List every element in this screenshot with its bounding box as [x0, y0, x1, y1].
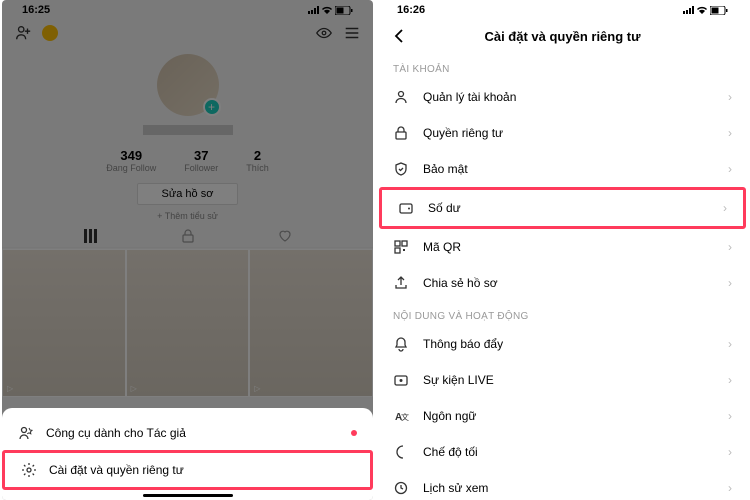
- row-label: Lịch sử xem: [423, 481, 488, 495]
- chevron-right-icon: ›: [728, 162, 732, 176]
- profile-screen: 16:25 + 349Đang Follow 37Follower 2Thích…: [2, 0, 373, 500]
- chevron-right-icon: ›: [728, 481, 732, 495]
- chevron-right-icon: ›: [728, 337, 732, 351]
- bell-icon: [393, 336, 409, 352]
- qr-icon: [393, 239, 409, 255]
- row-label: Chế độ tối: [423, 445, 478, 459]
- home-indicator: [143, 494, 233, 497]
- person-icon: [393, 89, 409, 105]
- lock-icon: [393, 125, 409, 141]
- settings-row-qr[interactable]: Mã QR ›: [377, 229, 748, 265]
- moon-icon: [393, 444, 409, 460]
- creator-label: Công cụ dành cho Tác giả: [46, 426, 186, 440]
- gear-icon: [21, 462, 37, 478]
- creator-tools-row[interactable]: Công cụ dành cho Tác giả: [2, 416, 373, 450]
- chevron-right-icon: ›: [728, 240, 732, 254]
- lang-icon: A文: [393, 408, 409, 424]
- settings-row-live[interactable]: Sự kiện LIVE ›: [377, 362, 748, 398]
- status-bar: 16:26: [377, 0, 748, 18]
- settings-row-hist[interactable]: Lịch sử xem ›: [377, 470, 748, 500]
- svg-text:文: 文: [401, 412, 409, 422]
- notification-dot: [351, 430, 357, 436]
- chevron-right-icon: ›: [728, 373, 732, 387]
- chevron-right-icon: ›: [728, 126, 732, 140]
- settings-row-person[interactable]: Quản lý tài khoản ›: [377, 79, 748, 115]
- settings-row-shield[interactable]: Bảo mật ›: [377, 151, 748, 187]
- status-right: [683, 4, 728, 16]
- row-label: Quản lý tài khoản: [423, 90, 516, 104]
- settings-row-moon[interactable]: Chế độ tối ›: [377, 434, 748, 470]
- hist-icon: [393, 480, 409, 496]
- chevron-right-icon: ›: [728, 276, 732, 290]
- row-label: Chia sẻ hồ sơ: [423, 276, 498, 290]
- page-title: Cài đặt và quyền riêng tư: [389, 29, 736, 44]
- row-label: Thông báo đẩy: [423, 337, 503, 351]
- section-account: TÀI KHOẢN: [377, 54, 748, 79]
- settings-header: Cài đặt và quyền riêng tư: [377, 18, 748, 54]
- row-label: Mã QR: [423, 240, 461, 254]
- live-icon: [393, 372, 409, 388]
- settings-row-wallet[interactable]: Số dư ›: [379, 187, 746, 229]
- row-label: Ngôn ngữ: [423, 409, 476, 423]
- chevron-right-icon: ›: [723, 201, 727, 215]
- bottom-sheet: Công cụ dành cho Tác giả Cài đặt và quyề…: [2, 408, 373, 500]
- row-label: Bảo mật: [423, 162, 468, 176]
- settings-row[interactable]: Cài đặt và quyền riêng tư: [2, 450, 373, 490]
- shield-icon: [393, 161, 409, 177]
- wallet-icon: [398, 200, 414, 216]
- settings-row-lang[interactable]: A文 Ngôn ngữ ›: [377, 398, 748, 434]
- share-icon: [393, 275, 409, 291]
- chevron-right-icon: ›: [728, 90, 732, 104]
- time: 16:26: [397, 4, 425, 16]
- settings-screen: 16:26 Cài đặt và quyền riêng tư TÀI KHOẢ…: [377, 0, 748, 500]
- row-label: Sự kiện LIVE: [423, 373, 494, 387]
- row-label: Số dư: [428, 201, 461, 215]
- section-content: NỘI DUNG VÀ HOẠT ĐỘNG: [377, 301, 748, 326]
- chevron-right-icon: ›: [728, 445, 732, 459]
- settings-label: Cài đặt và quyền riêng tư: [49, 463, 184, 477]
- settings-row-lock[interactable]: Quyền riêng tư ›: [377, 115, 748, 151]
- settings-row-share[interactable]: Chia sẻ hồ sơ ›: [377, 265, 748, 301]
- row-label: Quyền riêng tư: [423, 126, 503, 140]
- chevron-right-icon: ›: [728, 409, 732, 423]
- creator-icon: [18, 425, 34, 441]
- settings-row-bell[interactable]: Thông báo đẩy ›: [377, 326, 748, 362]
